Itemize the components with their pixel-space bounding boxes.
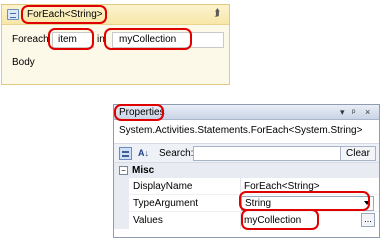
clear-button[interactable]: Clear — [340, 146, 376, 161]
body-label: Body — [12, 57, 35, 68]
search-input[interactable] — [193, 146, 341, 161]
property-name: TypeArgument — [133, 198, 199, 209]
properties-toolbar: A↓ Search: Clear — [114, 143, 379, 163]
search-label: Search: — [159, 148, 194, 159]
highlight-item-input — [48, 28, 94, 50]
row-gutter — [114, 195, 129, 212]
row-gutter — [114, 212, 129, 229]
foreach-label: Foreach — [12, 34, 49, 45]
category-misc[interactable]: − Misc — [114, 163, 379, 178]
pin-icon[interactable]: ᵖ — [352, 106, 355, 118]
highlight-properties-title — [114, 104, 164, 121]
highlight-collection-input — [104, 28, 192, 50]
property-name: Values — [133, 215, 163, 226]
row-gutter — [114, 178, 129, 195]
dropdown-icon[interactable]: ▾ — [340, 106, 345, 118]
highlight-type-argument — [239, 191, 370, 211]
property-name: DisplayName — [133, 181, 193, 192]
selected-object-type: System.Activities.Statements.ForEach<Sys… — [119, 125, 363, 136]
close-icon[interactable]: × — [365, 106, 370, 118]
activity-icon — [7, 9, 19, 20]
highlight-values — [241, 209, 319, 230]
alphabetical-sort-icon[interactable]: A↓ — [137, 147, 150, 160]
highlight-activity-title — [21, 5, 107, 24]
category-label: Misc — [132, 165, 155, 176]
ellipsis-button[interactable]: ... — [361, 213, 375, 227]
categorized-view-icon[interactable] — [119, 147, 132, 160]
collapse-toggle-icon[interactable]: − — [119, 166, 128, 175]
double-chevron-up-icon[interactable]: ⮭ — [211, 8, 223, 20]
